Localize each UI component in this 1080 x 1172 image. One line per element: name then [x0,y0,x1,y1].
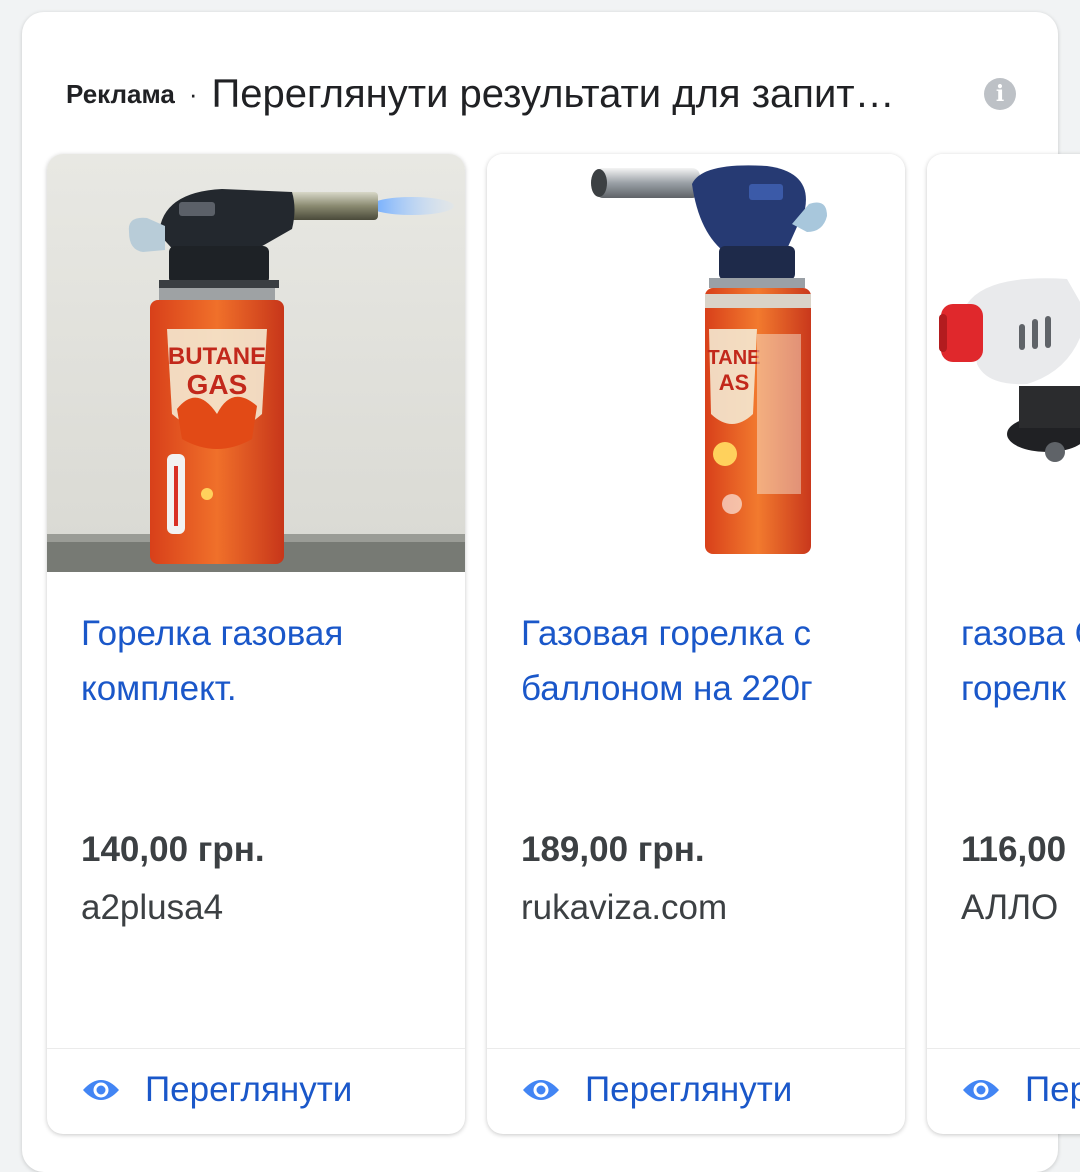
eye-icon [963,1080,999,1100]
eye-icon [523,1080,559,1100]
gas-torch-photo: BUTANE GAS [47,154,465,572]
store-name: rukaviza.com [521,888,728,927]
product-price: 189,00 грн. [521,830,705,869]
product-title[interactable]: Горелка газовая комплект. [81,606,441,806]
view-button[interactable]: Переглянути [81,1062,352,1118]
product-image[interactable] [927,154,1080,572]
product-card[interactable]: TANE AS Газовая горелка с баллоном на 22… [487,154,905,1134]
view-button-label: Переглянути [585,1070,793,1109]
can-label-butane: TANE [708,347,761,369]
product-price: 140,00 грн. [81,830,265,869]
view-button-label: Пер [1025,1070,1080,1109]
header-separator: · [188,78,198,109]
product-title[interactable]: Газовая горелка с баллоном на 220г [521,606,881,806]
view-button[interactable]: Переглянути [521,1062,792,1118]
can-label-gas: GAS [187,369,248,400]
gas-torch-photo: TANE AS [487,154,905,572]
can-label-butane: BUTANE [168,343,266,370]
store-name: АЛЛО [961,888,1059,927]
ad-label: Реклама [66,78,175,109]
store-name: a2plusa4 [81,888,224,927]
product-card[interactable]: газова GB-002 Турист горелк 116,00 АЛЛО … [927,154,1080,1134]
product-image[interactable]: TANE AS [487,154,905,572]
divider [487,1048,905,1049]
ads-header: Реклама · Переглянути результати для зап… [66,62,1028,126]
info-icon[interactable]: i [984,78,1016,110]
product-title[interactable]: газова GB-002 Турист горелк [961,606,1080,806]
eye-icon [83,1080,119,1100]
product-card[interactable]: BUTANE GAS Горелка газовая комплект. 140… [47,154,465,1134]
can-label-gas: AS [719,370,750,395]
view-button-label: Переглянути [145,1070,353,1109]
product-image[interactable]: BUTANE GAS [47,154,465,572]
divider [47,1048,465,1049]
divider [927,1048,1080,1049]
header-title[interactable]: Переглянути результати для запит… [211,72,894,117]
gas-burner-photo [927,154,1080,572]
view-button[interactable]: Пер [961,1062,1080,1118]
product-price: 116,00 [961,830,1067,869]
